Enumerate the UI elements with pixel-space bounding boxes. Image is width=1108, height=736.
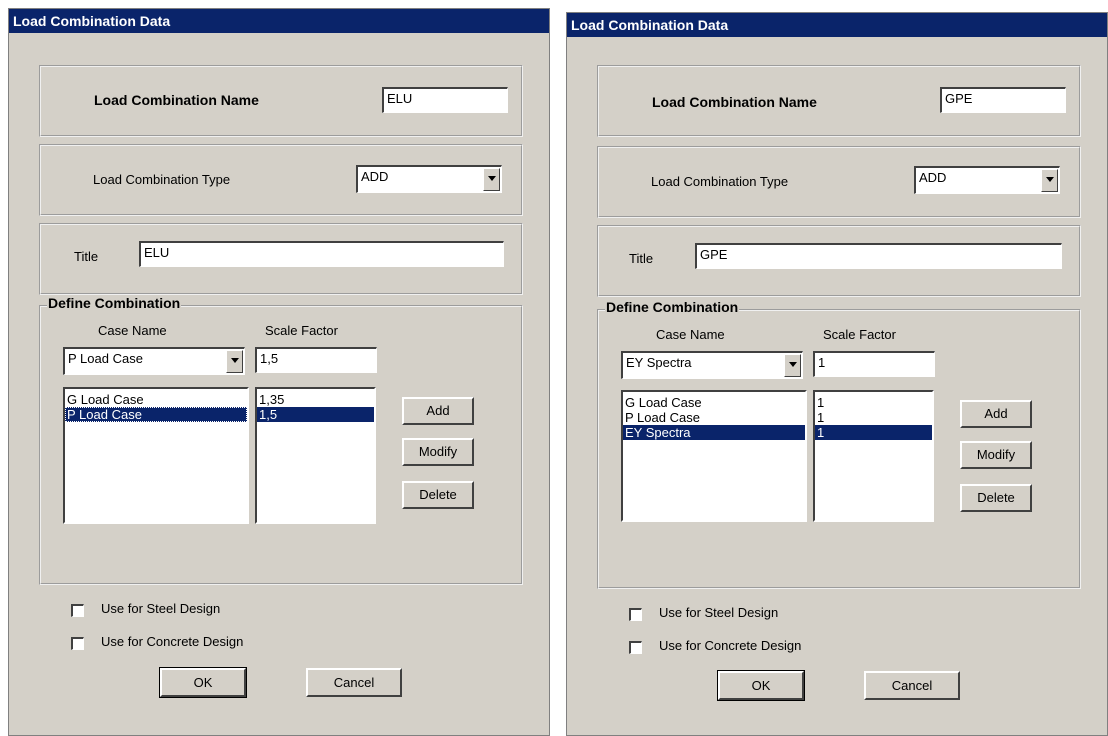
scale-factor-header: Scale Factor	[265, 323, 338, 338]
list-item[interactable]: 1	[815, 395, 932, 410]
ok-button[interactable]: OK	[717, 670, 805, 701]
cancel-button[interactable]: Cancel	[864, 671, 960, 700]
delete-button[interactable]: Delete	[402, 481, 474, 509]
list-item[interactable]: EY Spectra	[623, 425, 805, 440]
delete-button[interactable]: Delete	[960, 484, 1032, 512]
type-select[interactable]: ADD	[356, 165, 502, 193]
type-select-value: ADD	[919, 170, 947, 185]
window-title: Load Combination Data	[567, 13, 1107, 37]
scale-factor-input[interactable]: 1	[813, 351, 935, 377]
add-button[interactable]: Add	[402, 397, 474, 425]
case-list[interactable]: G Load Case P Load Case	[63, 387, 249, 524]
concrete-design-label: Use for Concrete Design	[659, 638, 802, 653]
modify-button[interactable]: Modify	[960, 441, 1032, 469]
define-combination-label: Define Combination	[47, 295, 182, 311]
list-item[interactable]: P Load Case	[623, 410, 805, 425]
factor-list[interactable]: 1,35 1,5	[255, 387, 376, 524]
name-label: Load Combination Name	[94, 92, 259, 108]
list-item[interactable]: G Load Case	[623, 395, 805, 410]
list-item[interactable]: P Load Case	[65, 407, 247, 422]
steel-design-label: Use for Steel Design	[101, 601, 221, 616]
name-input[interactable]: ELU	[382, 87, 508, 113]
concrete-design-checkbox[interactable]	[629, 641, 642, 654]
case-name-select[interactable]: P Load Case	[63, 347, 245, 375]
list-item[interactable]: 1,5	[257, 407, 374, 422]
list-item[interactable]: G Load Case	[65, 392, 247, 407]
define-combination-label: Define Combination	[605, 299, 740, 315]
cancel-button[interactable]: Cancel	[306, 668, 402, 697]
title-input[interactable]: GPE	[695, 243, 1062, 269]
load-combination-dialog-elu: Load Combination Data Load Combination N…	[8, 8, 550, 736]
steel-design-checkbox[interactable]	[629, 608, 642, 621]
list-item[interactable]: 1,35	[257, 392, 374, 407]
chevron-down-icon[interactable]	[226, 350, 243, 373]
title-input[interactable]: ELU	[139, 241, 504, 267]
case-name-header: Case Name	[98, 323, 167, 338]
case-list[interactable]: G Load Case P Load Case EY Spectra	[621, 390, 807, 522]
factor-list[interactable]: 1 1 1	[813, 390, 934, 522]
steel-design-checkbox[interactable]	[71, 604, 84, 617]
load-combination-dialog-gpe: Load Combination Data Load Combination N…	[566, 12, 1108, 736]
modify-button[interactable]: Modify	[402, 438, 474, 466]
concrete-design-checkbox[interactable]	[71, 637, 84, 650]
chevron-down-icon[interactable]	[1041, 169, 1058, 192]
type-label: Load Combination Type	[651, 174, 789, 189]
case-name-select-value: P Load Case	[68, 351, 143, 366]
name-label: Load Combination Name	[652, 94, 817, 110]
chevron-down-icon[interactable]	[483, 168, 500, 191]
title-label: Title	[74, 249, 99, 264]
name-input[interactable]: GPE	[940, 87, 1066, 113]
type-select[interactable]: ADD	[914, 166, 1060, 194]
chevron-down-icon[interactable]	[784, 354, 801, 377]
ok-button[interactable]: OK	[159, 667, 247, 698]
case-name-select-value: EY Spectra	[626, 355, 692, 370]
type-select-value: ADD	[361, 169, 389, 184]
scale-factor-input[interactable]: 1,5	[255, 347, 377, 373]
title-label: Title	[629, 251, 654, 266]
scale-factor-header: Scale Factor	[823, 327, 896, 342]
case-name-header: Case Name	[656, 327, 725, 342]
type-label: Load Combination Type	[93, 172, 231, 187]
add-button[interactable]: Add	[960, 400, 1032, 428]
list-item[interactable]: 1	[815, 425, 932, 440]
steel-design-label: Use for Steel Design	[659, 605, 779, 620]
list-item[interactable]: 1	[815, 410, 932, 425]
window-title: Load Combination Data	[9, 9, 549, 33]
case-name-select[interactable]: EY Spectra	[621, 351, 803, 379]
concrete-design-label: Use for Concrete Design	[101, 634, 244, 649]
